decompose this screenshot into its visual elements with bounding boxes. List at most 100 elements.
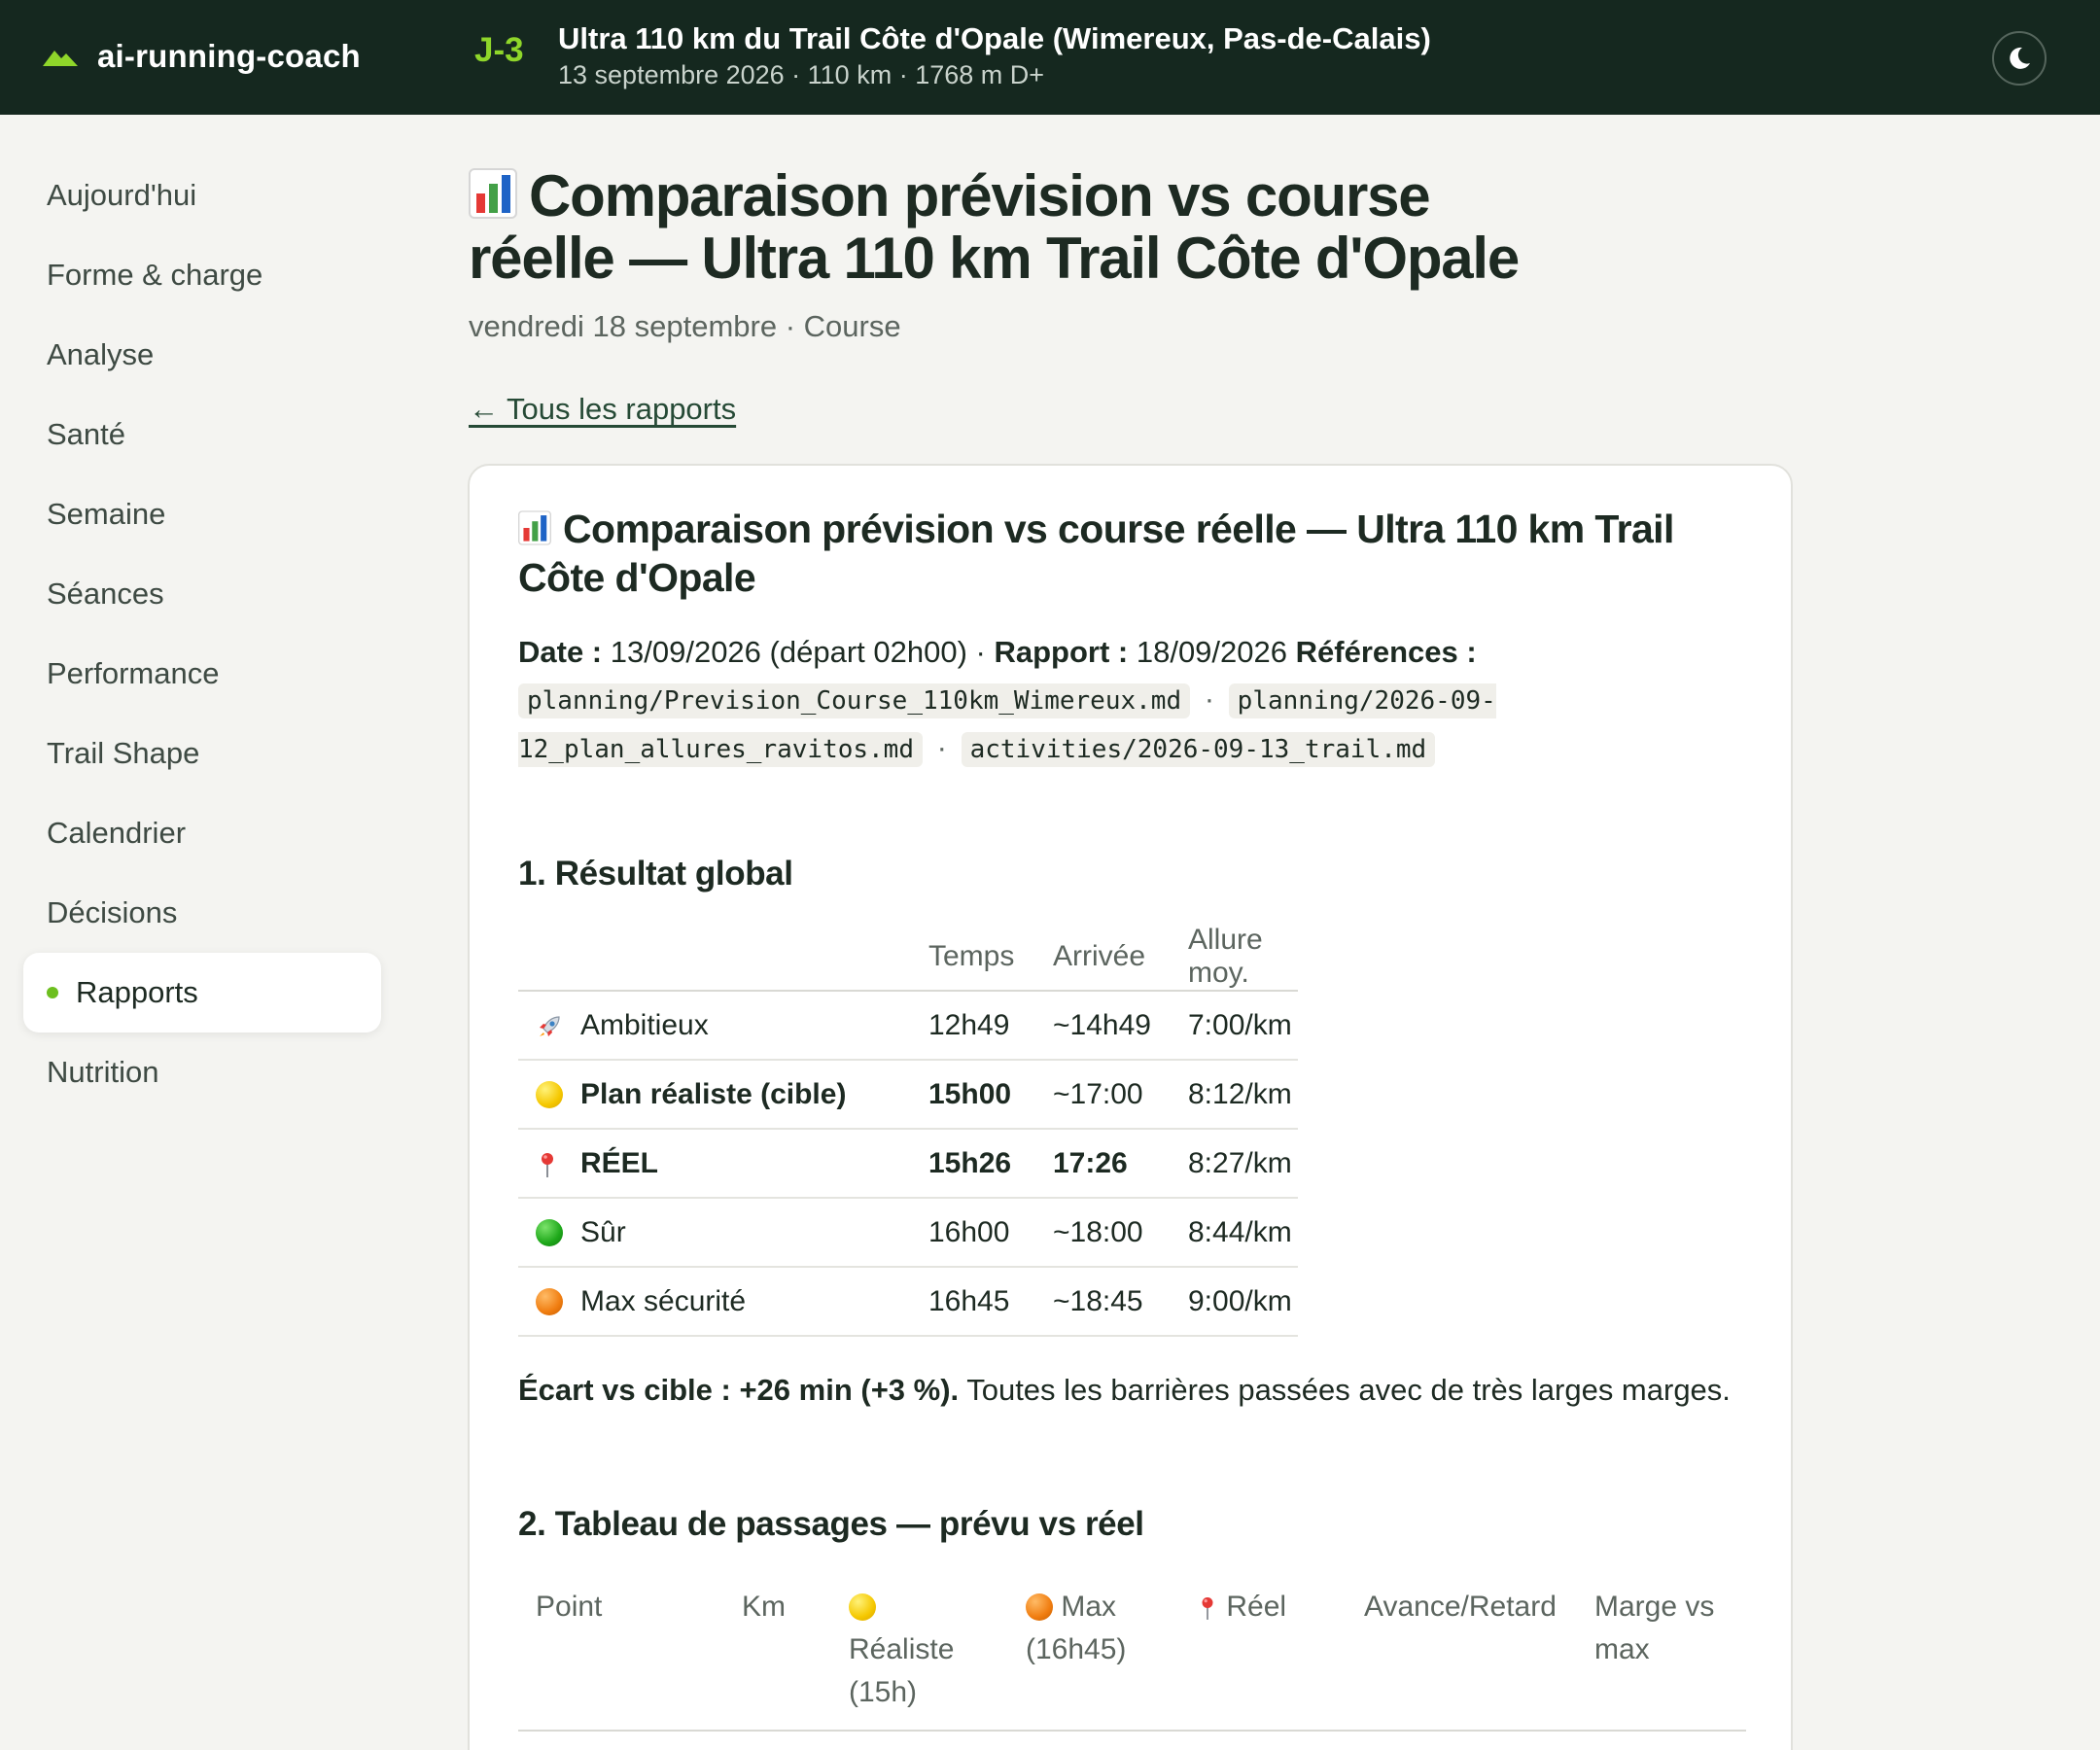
sidebar-item-performance[interactable]: Performance — [23, 634, 381, 714]
sidebar-item-label: Séances — [47, 577, 164, 611]
column-header-km: Km — [742, 1574, 849, 1732]
scenario-name: Plan réaliste (cible) — [580, 1060, 928, 1130]
date-value: 13/09/2026 (départ 02h00) · — [610, 635, 986, 669]
sidebar-item-label: Calendrier — [47, 816, 187, 850]
section-heading-resultat-global: 1. Résultat global — [518, 855, 793, 892]
page-title: Comparaison prévision vs course réelle —… — [469, 165, 1587, 290]
table-row: Ambitieux 12h49 ~14h49 7:00/km — [518, 991, 1298, 1061]
scenario-allure: 8:12/km — [1188, 1060, 1298, 1130]
sidebar-item-label: Nutrition — [47, 1055, 159, 1089]
passage-marge: -62 min — [1594, 1731, 1746, 1750]
reference-path: activities/2026-09-13_trail.md — [961, 732, 1436, 767]
scenario-allure: 8:27/km — [1188, 1129, 1298, 1199]
sidebar-item-label: Forme & charge — [47, 258, 263, 292]
sidebar-item-label: Analyse — [47, 337, 155, 371]
yellow-circle-icon — [849, 1593, 876, 1621]
green-circle-icon — [536, 1218, 563, 1246]
scenario-name: Max sécurité — [580, 1267, 928, 1337]
column-header-allure: Allure moy. — [1188, 923, 1298, 992]
column-header-arrivee: Arrivée — [1053, 923, 1188, 992]
bar-chart-icon — [518, 510, 551, 545]
sidebar-item-decisions[interactable]: Décisions — [23, 873, 381, 953]
orange-circle-icon — [536, 1287, 563, 1315]
column-header-temps: Temps — [928, 923, 1053, 992]
sidebar-item-sante[interactable]: Santé — [23, 395, 381, 474]
scenario-temps: 16h45 — [928, 1267, 1053, 1337]
moon-icon — [2010, 47, 2030, 69]
scenario-arrivee: ~18:45 — [1053, 1267, 1188, 1337]
sidebar-item-seances[interactable]: Séances — [23, 554, 381, 634]
sidebar-item-nutrition[interactable]: Nutrition — [23, 1032, 381, 1112]
sidebar-item-calendrier[interactable]: Calendrier — [23, 793, 381, 873]
scenario-arrivee: 17:26 — [1053, 1129, 1188, 1199]
sidebar-item-label: Aujourd'hui — [47, 178, 197, 212]
resultat-global-table: Temps Arrivée Allure moy. Ambitieux 12h4… — [518, 923, 1298, 1337]
sidebar-item-label: Trail Shape — [47, 736, 200, 770]
report-meta: Date : 13/09/2026 (départ 02h00) · Rappo… — [518, 629, 1539, 773]
back-to-reports-link[interactable]: ← Tous les rapports — [469, 392, 736, 427]
scenario-temps: 15h00 — [928, 1060, 1053, 1130]
scenario-temps: 16h00 — [928, 1198, 1053, 1268]
sidebar-item-rapports[interactable]: Rapports — [23, 953, 381, 1032]
section-heading-tableau-passages: 2. Tableau de passages — prévu vs réel — [518, 1505, 1144, 1543]
scenario-allure: 8:44/km — [1188, 1198, 1298, 1268]
column-header-reel: Réel — [1197, 1574, 1364, 1732]
sidebar-item-label: Décisions — [47, 895, 178, 929]
passage-avance-retard: -17 min — [1364, 1731, 1594, 1750]
active-indicator-dot — [47, 987, 58, 998]
theme-toggle-button[interactable] — [1992, 31, 2047, 86]
scenario-arrivee: ~18:00 — [1053, 1198, 1188, 1268]
sidebar-item-trail-shape[interactable]: Trail Shape — [23, 714, 381, 793]
scenario-name: RÉEL — [580, 1129, 928, 1199]
rapport-value: 18/09/2026 — [1136, 635, 1287, 669]
passage-km: 26,7 — [742, 1731, 849, 1750]
reference-path: planning/Prevision_Course_110km_Wimereux… — [518, 683, 1191, 718]
table-header-row: Temps Arrivée Allure moy. — [518, 923, 1298, 992]
scenario-arrivee: ~14h49 — [1053, 991, 1188, 1061]
table-header-row: Point Km Réaliste (15h) Max (16h45) Réel… — [518, 1574, 1746, 1732]
column-header-avance-retard: Avance/Retard — [1364, 1574, 1594, 1732]
pin-icon — [542, 1152, 553, 1177]
report-content: Comparaison prévision vs course réelle —… — [518, 505, 1746, 1750]
table-row: Plan réaliste (cible) 15h00 ~17:00 8:12/… — [518, 1060, 1298, 1130]
sidebar-item-label: Rapports — [76, 975, 198, 1009]
passage-realiste: 05:30 — [849, 1731, 1026, 1750]
column-header-max: Max (16h45) — [1026, 1574, 1197, 1732]
sidebar-item-semaine[interactable]: Semaine — [23, 474, 381, 554]
ecart-bold: Écart vs cible : +26 min (+3 %). — [518, 1373, 960, 1407]
scenario-name: Sûr — [580, 1198, 928, 1268]
column-header-marge: Marge vs max — [1594, 1574, 1746, 1732]
sidebar: Aujourd'hui Forme & charge Analyse Santé… — [23, 156, 381, 1112]
orange-circle-icon — [1026, 1593, 1053, 1621]
mountain-logo-icon — [43, 51, 78, 66]
report-title-text: Comparaison prévision vs course réelle —… — [518, 507, 1674, 600]
tableau-passages-table: Point Km Réaliste (15h) Max (16h45) Réel… — [518, 1574, 1746, 1750]
ecart-text: Toutes les barrières passées avec de trè… — [959, 1373, 1731, 1407]
report-card: Comparaison prévision vs course réelle —… — [468, 464, 1793, 1750]
yellow-circle-icon — [536, 1080, 563, 1108]
separator: · — [1204, 682, 1215, 716]
sidebar-item-label: Santé — [47, 417, 126, 451]
rocket-icon — [540, 1015, 560, 1036]
date-label: Date : — [518, 635, 603, 669]
top-bar: ai-running-coach J-3 Ultra 110 km du Tra… — [0, 0, 2100, 115]
refs-label: Références : — [1295, 635, 1477, 669]
app-name: ai-running-coach — [97, 38, 361, 74]
table-row: Max sécurité 16h45 ~18:45 9:00/km — [518, 1267, 1298, 1337]
separator: · — [936, 730, 947, 764]
sidebar-item-analyse[interactable]: Analyse — [23, 315, 381, 395]
scenario-allure: 7:00/km — [1188, 991, 1298, 1061]
scenario-temps: 12h49 — [928, 991, 1053, 1061]
page-meta: vendredi 18 septembre · Course — [469, 309, 901, 343]
rapport-label: Rapport : — [994, 635, 1129, 669]
bar-chart-icon — [469, 168, 517, 219]
sidebar-item-forme-charge[interactable]: Forme & charge — [23, 235, 381, 315]
sidebar-item-label: Semaine — [47, 497, 166, 531]
race-title: Ultra 110 km du Trail Côte d'Opale (Wime… — [558, 21, 1431, 55]
brand[interactable]: ai-running-coach — [43, 35, 361, 78]
sidebar-item-aujourdhui[interactable]: Aujourd'hui — [23, 156, 381, 235]
scenario-name: Ambitieux — [580, 991, 928, 1061]
race-subtitle: 13 septembre 2026 · 110 km · 1768 m D+ — [558, 60, 1045, 89]
pin-icon — [1202, 1597, 1213, 1620]
passage-point: Ausques — [518, 1731, 742, 1750]
